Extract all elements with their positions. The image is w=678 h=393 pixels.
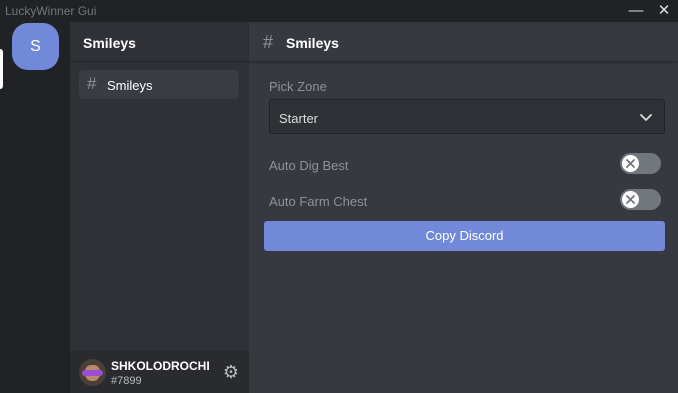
main-panel: # Smileys Pick Zone Starter Auto Dig Bes… [249,22,678,393]
avatar-visor [82,370,103,376]
dropdown-value: Starter [279,111,319,126]
copy-discord-button[interactable]: Copy Discord [264,221,665,251]
toggle-knob [622,155,639,172]
user-panel: SHKOLODROCHER #7899 ⚙ [70,351,249,393]
close-button[interactable]: ✕ [654,1,674,21]
auto-dig-best-toggle[interactable] [620,153,661,174]
hash-icon: # [87,74,97,93]
toggle-row-auto-dig-best: Auto Dig Best [269,153,665,177]
x-icon [626,159,635,168]
sidebar-item-smileys[interactable]: # Smileys [79,70,239,99]
chevron-down-icon [640,114,652,121]
x-icon [626,195,635,204]
window-title: LuckyWinner Gui [5,4,97,18]
channel-title: Smileys [286,35,339,51]
server-rail: S [0,22,70,393]
channel-header: # Smileys [249,22,678,62]
channel-sidebar: Smileys # Smileys SHKOLODROCHER #7899 ⚙ [70,22,249,393]
dropdown-label: Pick Zone [269,79,327,94]
toggle-label: Auto Dig Best [269,158,349,173]
sidebar-item-label: Smileys [107,78,153,93]
auto-farm-chest-toggle[interactable] [620,189,661,210]
server-name: Smileys [83,35,136,51]
hash-icon: # [263,32,274,52]
toggle-knob [622,191,639,208]
pick-zone-dropdown[interactable]: Starter [269,99,665,134]
title-bar: LuckyWinner Gui — ✕ [0,0,678,22]
gear-icon[interactable]: ⚙ [221,362,241,382]
server-selected-indicator [0,49,3,89]
username: SHKOLODROCHER [111,359,209,373]
minimize-button[interactable]: — [626,1,646,21]
avatar[interactable] [79,359,106,386]
user-tag: #7899 [111,375,142,387]
server-icon[interactable]: S [12,23,59,70]
toggle-label: Auto Farm Chest [269,194,368,209]
toggle-row-auto-farm-chest: Auto Farm Chest [269,189,665,213]
server-header[interactable]: Smileys [70,22,249,62]
